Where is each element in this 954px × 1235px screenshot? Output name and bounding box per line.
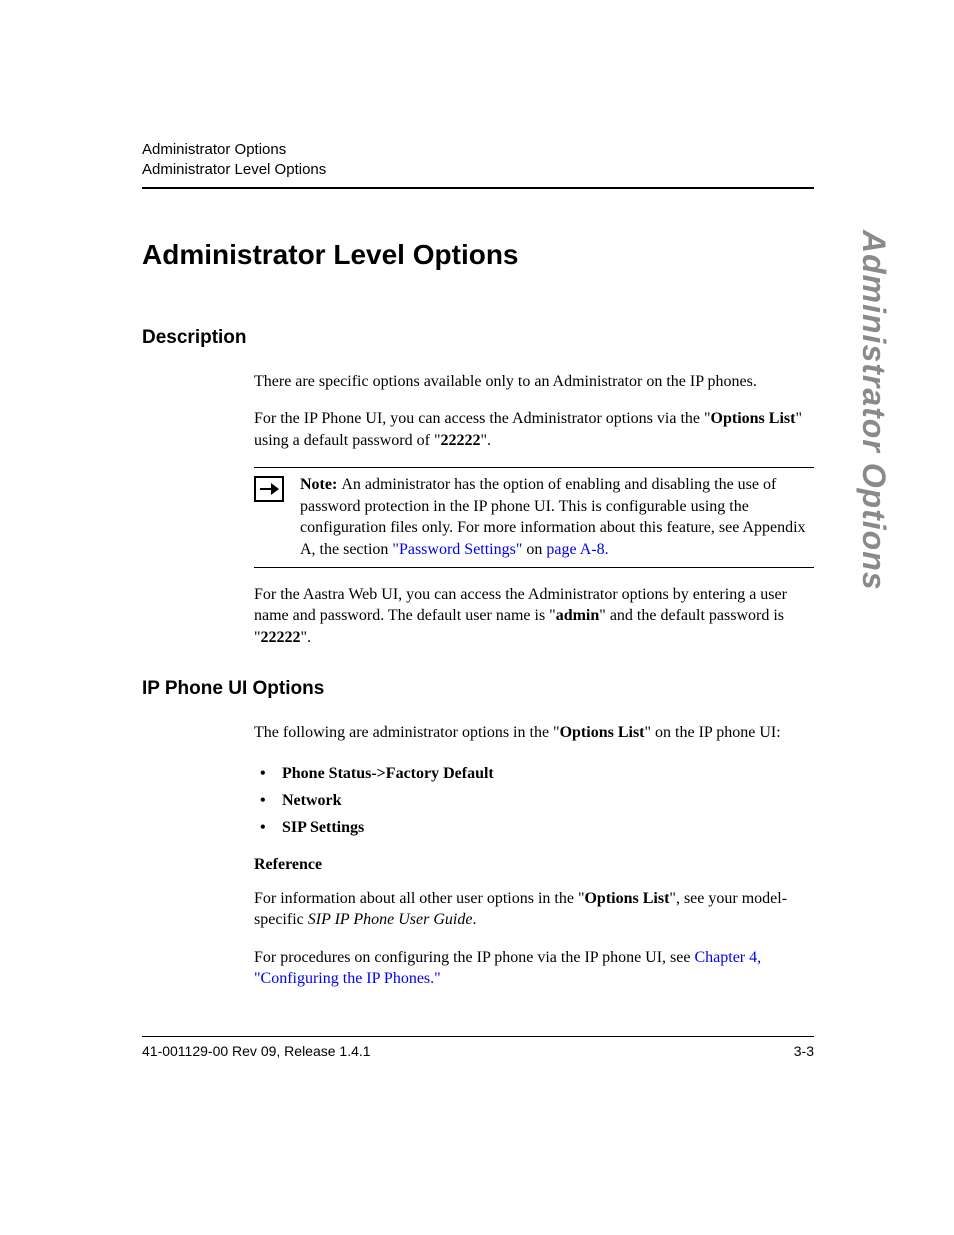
- section-heading-ipui: IP Phone UI Options: [142, 678, 814, 700]
- text: on: [522, 541, 546, 558]
- description-body: There are specific options available onl…: [254, 371, 814, 649]
- footer-page-number: 3-3: [794, 1043, 814, 1059]
- link-page-a8[interactable]: page A-8.: [546, 541, 608, 558]
- reference-para-1: For information about all other user opt…: [254, 888, 814, 931]
- text-bold: 22222: [441, 432, 481, 449]
- arrow-right-icon: [254, 476, 284, 502]
- ipui-body: The following are administrator options …: [254, 722, 814, 990]
- note-label: Note:: [300, 476, 341, 493]
- options-bullet-list: Phone Status->Factory Default Network SI…: [254, 760, 814, 842]
- footer-rule: [142, 1036, 814, 1037]
- page-content: Administrator Options Administrator Leve…: [142, 140, 814, 1006]
- text-bold: Options List: [560, 724, 645, 741]
- list-item: Network: [254, 787, 814, 814]
- desc-para-3: For the Aastra Web UI, you can access th…: [254, 584, 814, 649]
- footer-row: 41-001129-00 Rev 09, Release 1.4.1 3-3: [142, 1043, 814, 1059]
- list-item: Phone Status->Factory Default: [254, 760, 814, 787]
- page-title: Administrator Level Options: [142, 239, 814, 271]
- desc-para-2: For the IP Phone UI, you can access the …: [254, 408, 814, 451]
- text: ".: [481, 432, 492, 449]
- text-bold: Options List: [711, 410, 796, 427]
- reference-heading: Reference: [254, 856, 814, 874]
- note-callout: Note: An administrator has the option of…: [254, 467, 814, 567]
- running-header: Administrator Options Administrator Leve…: [142, 140, 814, 181]
- text: For information about all other user opt…: [254, 890, 584, 907]
- desc-para-1: There are specific options available onl…: [254, 371, 814, 393]
- text-bold: admin: [556, 607, 600, 624]
- header-line-1: Administrator Options: [142, 140, 814, 160]
- footer-left: 41-001129-00 Rev 09, Release 1.4.1: [142, 1043, 371, 1059]
- text: For the IP Phone UI, you can access the …: [254, 410, 711, 427]
- text: For procedures on configuring the IP pho…: [254, 949, 694, 966]
- text-bold: Options List: [584, 890, 669, 907]
- note-text: Note: An administrator has the option of…: [300, 474, 814, 560]
- text: .: [472, 911, 476, 928]
- side-tab-label: Administrator Options: [855, 230, 892, 591]
- header-rule: [142, 187, 814, 189]
- page-footer: 41-001129-00 Rev 09, Release 1.4.1 3-3: [142, 1036, 814, 1059]
- text: ".: [301, 629, 312, 646]
- text: " on the IP phone UI:: [645, 724, 781, 741]
- ipui-intro: The following are administrator options …: [254, 722, 814, 744]
- text: The following are administrator options …: [254, 724, 560, 741]
- link-password-settings[interactable]: "Password Settings": [392, 541, 522, 558]
- text-bold: 22222: [261, 629, 301, 646]
- section-heading-description: Description: [142, 327, 814, 349]
- text-italic: SIP IP Phone User Guide: [308, 911, 473, 928]
- reference-para-2: For procedures on configuring the IP pho…: [254, 947, 814, 990]
- header-line-2: Administrator Level Options: [142, 160, 814, 180]
- list-item: SIP Settings: [254, 814, 814, 841]
